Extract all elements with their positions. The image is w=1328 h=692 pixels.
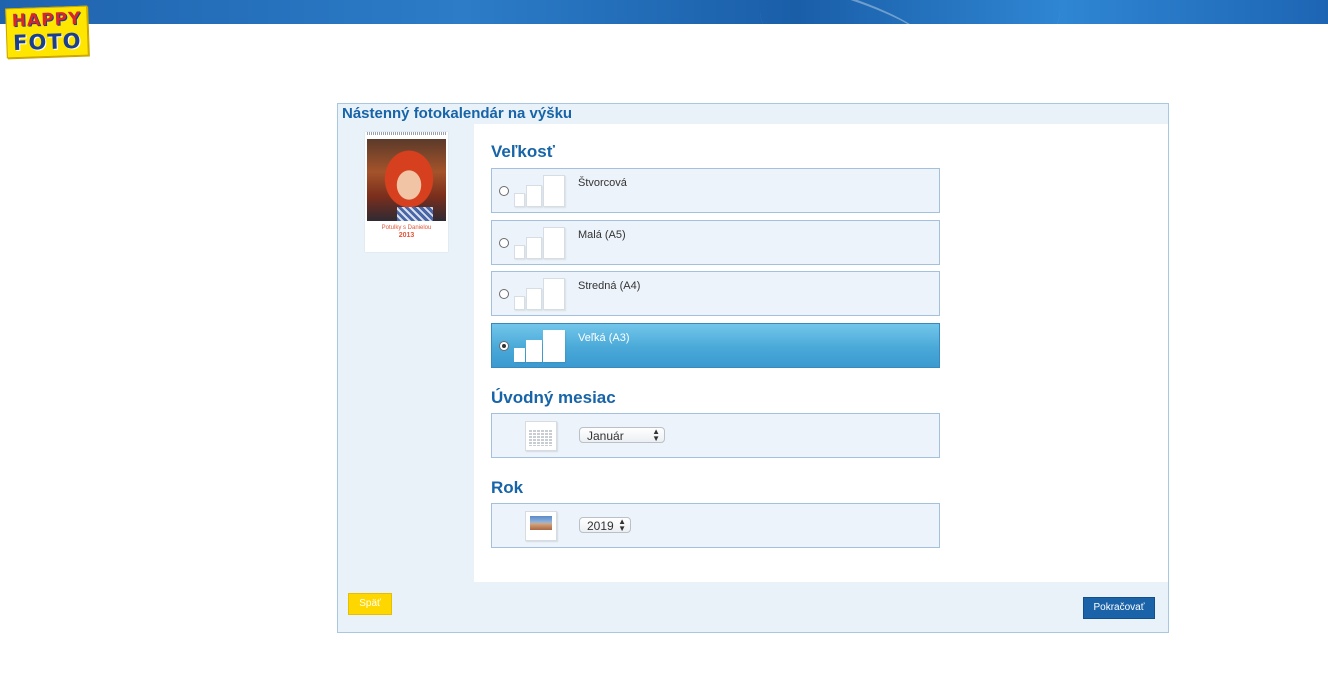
size-radio-a5[interactable] [499,238,509,248]
preview-caption-year: 2013 [398,232,415,239]
start-month-select[interactable]: Január ▲ ▼ [579,427,665,443]
size-heading: Veľkosť [491,142,555,161]
calendar-icon [525,421,557,451]
calendar-icon-grid [529,430,553,446]
start-month-value: Január [587,429,624,443]
photo-calendar-icon-photo [530,516,552,530]
photo-detail [397,207,433,221]
size-option-label: Veľká (A3) [578,332,630,344]
size-option-label: Malá (A5) [578,229,626,241]
size-icon [514,328,566,362]
calendar-rings [367,132,446,135]
panel-footer: Späť Pokračovať [338,582,1168,632]
start-month-row: Január ▲ ▼ [491,413,940,458]
size-option-label: Štvorcová [578,177,627,189]
size-radio-square[interactable] [499,186,509,196]
size-radio-a4[interactable] [499,289,509,299]
year-value: 2019 [587,519,614,533]
logo-text-top: HAPPY [11,8,82,32]
banner-swoosh [760,0,1060,24]
preview-caption: Potulky s Danielou 2013 [365,224,448,240]
year-row: 2019 ▲ ▼ [491,503,940,548]
size-option-a3[interactable]: Veľká (A3) [491,323,940,368]
select-arrows-icon: ▲ ▼ [652,427,660,443]
size-icon [514,225,566,259]
logo-text-bottom: FOTO [12,28,82,56]
photo-calendar-icon [525,511,557,541]
year-heading: Rok [491,478,524,497]
year-select[interactable]: 2019 ▲ ▼ [579,517,631,533]
size-icon [514,173,566,207]
size-option-label: Stredná (A4) [578,280,641,292]
continue-button[interactable]: Pokračovať [1083,597,1155,619]
top-banner [0,0,1328,24]
select-arrows-icon: ▲ ▼ [618,517,626,533]
size-option-a5[interactable]: Malá (A5) [491,220,940,265]
start-month-heading: Úvodný mesiac [491,388,616,407]
calendar-options-panel: Nástenný fotokalendár na výšku Potulky s… [337,103,1169,633]
size-option-a4[interactable]: Stredná (A4) [491,271,940,316]
happy-foto-logo[interactable]: HAPPY FOTO [5,5,89,59]
size-option-square[interactable]: Štvorcová [491,168,940,213]
options-content: Veľkosť Štvorcová Malá (A5) Stredná (A4)… [474,124,1168,582]
preview-caption-title: Potulky s Danielou [381,225,432,231]
calendar-cover-photo [367,139,446,221]
size-icon [514,276,566,310]
size-radio-a3[interactable] [499,341,509,351]
panel-title: Nástenný fotokalendár na výšku [342,105,573,122]
preview-column: Potulky s Danielou 2013 [338,124,474,582]
calendar-preview: Potulky s Danielou 2013 [365,132,448,252]
back-button[interactable]: Späť [348,593,392,615]
